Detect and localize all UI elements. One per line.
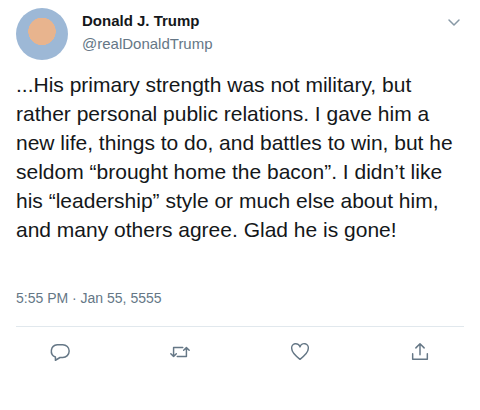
chevron-down-icon[interactable] [446, 14, 462, 30]
action-bar [0, 327, 480, 365]
author-name[interactable]: Donald J. Trump [82, 11, 446, 30]
share-upload-icon [409, 341, 431, 363]
avatar-photo[interactable] [16, 8, 68, 60]
retweet-button[interactable] [167, 339, 193, 365]
divider [16, 326, 464, 327]
reply-button[interactable] [47, 339, 73, 365]
tweet-header: Donald J. Trump @realDonaldTrump [16, 0, 464, 60]
share-button[interactable] [407, 339, 433, 365]
like-button[interactable] [287, 339, 313, 365]
heart-icon [289, 341, 311, 363]
tweet-card: Donald J. Trump @realDonaldTrump ...His pr… [0, 0, 480, 410]
speech-bubble-icon [49, 341, 71, 363]
author-handle[interactable]: @realDonaldTrump [82, 34, 446, 53]
author-info: Donald J. Trump @realDonaldTrump [82, 8, 446, 53]
retweet-arrows-icon [169, 341, 191, 363]
tweet-text: ...His primary strength was not military… [16, 70, 464, 244]
tweet-timestamp[interactable]: 5:55 PM · Jan 55, 5555 [16, 288, 464, 308]
